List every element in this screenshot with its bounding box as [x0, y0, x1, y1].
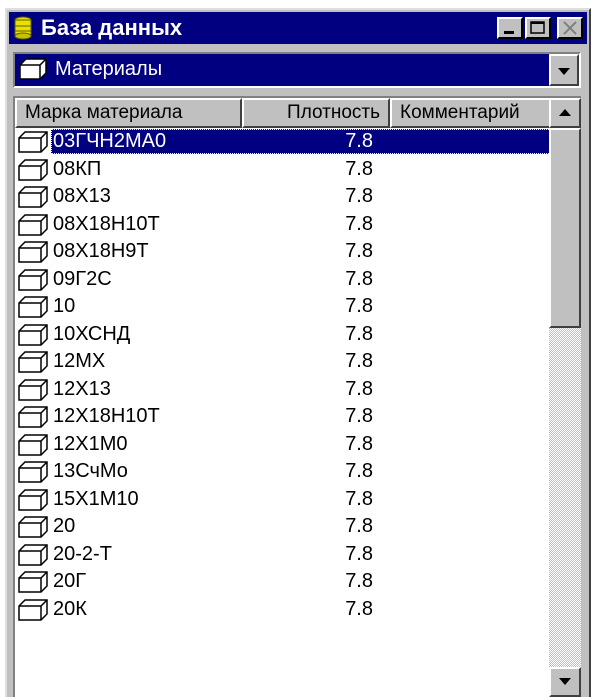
window-title: База данных: [41, 15, 183, 40]
table-row[interactable]: 20К 7.8: [15, 596, 552, 624]
table-row[interactable]: 10ХСНД 7.8: [15, 321, 552, 349]
material-density: 7.8: [345, 267, 373, 290]
material-grade: 08Х13: [53, 185, 111, 207]
material-grade: 15Х1М10: [53, 487, 139, 510]
database-icon: [14, 16, 32, 40]
material-density: 7.8: [345, 130, 373, 152]
column-header-density[interactable]: Плотность: [242, 98, 390, 128]
database-window: База данных Материалы Марка материала Пл…: [5, 8, 591, 697]
close-button[interactable]: [557, 17, 583, 39]
table-row[interactable]: 09Г2С 7.8: [15, 266, 552, 294]
maximize-icon: [530, 21, 545, 34]
material-grade: 20Г: [53, 570, 87, 592]
material-density: 7.8: [345, 597, 373, 620]
material-density: 7.8: [345, 487, 373, 510]
table-row[interactable]: 12МХ 7.8: [15, 348, 552, 376]
table-row[interactable]: 03ГЧН2МА0 7.8: [15, 128, 552, 156]
material-density: 7.8: [345, 570, 373, 592]
table-body: 03ГЧН2МА0 7.8 08КП 7.8 08Х13 7.8 08Х18Н10Т 7.8 0…: [15, 128, 552, 623]
table-row[interactable]: 13СчМо 7.8: [15, 458, 552, 486]
vertical-scrollbar[interactable]: [549, 98, 581, 697]
maximize-button[interactable]: [525, 17, 551, 39]
material-density: 7.8: [345, 542, 373, 565]
material-grade: 08КП: [53, 157, 102, 180]
material-density: 7.8: [345, 157, 373, 180]
scroll-down-button[interactable]: [549, 667, 581, 697]
material-density: 7.8: [345, 240, 373, 262]
material-icon: [17, 598, 51, 627]
material-grade: 20: [53, 515, 76, 537]
material-grade: 09Г2С: [53, 267, 112, 290]
material-grade: 08Х18Н9Т: [53, 240, 149, 262]
table-row[interactable]: 08Х13 7.8: [15, 183, 552, 211]
material-grade: 12Х13: [53, 377, 111, 400]
minimize-icon: [504, 31, 514, 34]
material-grade: 13СчМо: [53, 460, 128, 482]
material-density: 7.8: [345, 322, 373, 345]
category-select[interactable]: Материалы: [13, 52, 581, 88]
material-density: 7.8: [345, 432, 373, 455]
chevron-down-icon: [558, 68, 570, 75]
material-density: 7.8: [345, 405, 373, 427]
close-icon: [563, 21, 577, 35]
table-row[interactable]: 20Г 7.8: [15, 568, 552, 596]
table-row[interactable]: 15Х1М10 7.8: [15, 486, 552, 514]
material-density: 7.8: [345, 212, 373, 235]
title-bar[interactable]: База данных: [9, 12, 587, 44]
table-row[interactable]: 08Х18Н10Т 7.8: [15, 211, 552, 239]
table-row[interactable]: 08Х18Н9Т 7.8: [15, 238, 552, 266]
table-row[interactable]: 12Х13 7.8: [15, 376, 552, 404]
table-row[interactable]: 08КП 7.8: [15, 156, 552, 184]
scroll-up-button[interactable]: [549, 98, 581, 128]
scroll-thumb[interactable]: [549, 128, 581, 328]
table-header: Марка материала Плотность Комментарий: [15, 98, 552, 128]
material-density: 7.8: [345, 515, 373, 537]
material-grade: 12МХ: [53, 350, 106, 372]
material-grade: 12Х1М0: [53, 432, 128, 455]
table-row[interactable]: 12Х1М0 7.8: [15, 431, 552, 459]
cube-icon: [19, 58, 47, 80]
arrow-down-icon: [559, 678, 571, 685]
material-grade: 10ХСНД: [53, 322, 131, 345]
materials-table: Марка материала Плотность Комментарий 03…: [13, 96, 581, 697]
minimize-button[interactable]: [497, 17, 523, 39]
material-grade: 12Х18Н10Т: [53, 405, 160, 427]
material-grade: 08Х18Н10Т: [53, 212, 160, 235]
dropdown-button[interactable]: [549, 54, 579, 86]
arrow-up-icon: [559, 109, 571, 116]
column-header-grade[interactable]: Марка материала: [15, 98, 242, 128]
column-header-comment[interactable]: Комментарий: [390, 98, 552, 128]
material-grade: 10: [53, 295, 76, 317]
table-row[interactable]: 20 7.8: [15, 513, 552, 541]
material-grade: 20К: [53, 597, 87, 620]
material-grade: 20-2-Т: [53, 542, 112, 565]
material-density: 7.8: [345, 460, 373, 482]
material-grade: 03ГЧН2МА0: [53, 130, 167, 152]
material-density: 7.8: [345, 350, 373, 372]
material-density: 7.8: [345, 377, 373, 400]
material-density: 7.8: [345, 295, 373, 317]
table-row[interactable]: 12Х18Н10Т 7.8: [15, 403, 552, 431]
table-row[interactable]: 20-2-Т 7.8: [15, 541, 552, 569]
material-density: 7.8: [345, 185, 373, 207]
table-row[interactable]: 10 7.8: [15, 293, 552, 321]
category-select-value: Материалы: [55, 58, 163, 80]
